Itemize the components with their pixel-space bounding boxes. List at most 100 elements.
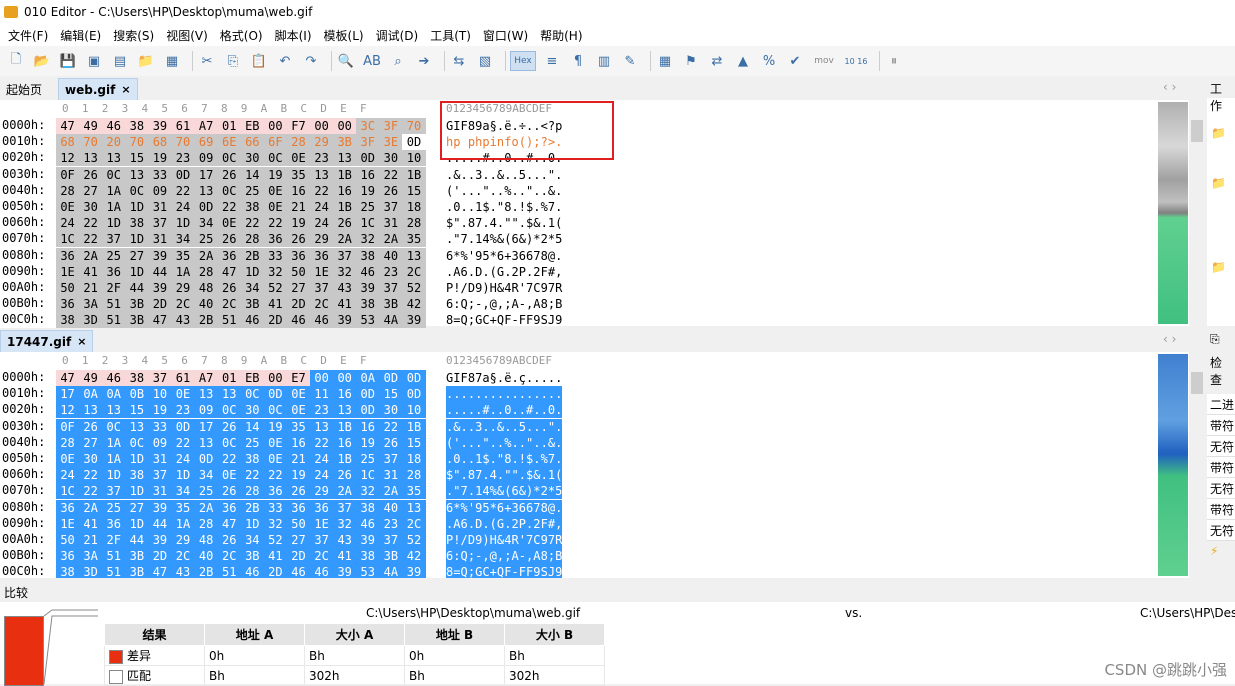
hex-byte[interactable]: 46 — [102, 370, 126, 386]
hex-byte[interactable]: 0E — [217, 215, 241, 232]
hex-byte[interactable]: 36 — [217, 247, 241, 264]
hex-byte[interactable]: 28 — [402, 215, 426, 232]
hex-byte[interactable]: 69 — [194, 134, 218, 151]
ascii-text[interactable]: .0..1$."8.!$.%7. — [446, 451, 563, 467]
hex-byte[interactable]: 38 — [240, 199, 264, 215]
hex-byte[interactable]: 0D — [194, 451, 218, 467]
hex-bytes[interactable]: 12 13 13 15 19 23 09 0C 30 0C 0E 23 13 0D 30 10 — [56, 402, 426, 419]
hex-byte[interactable]: 22 — [171, 434, 195, 451]
hex-byte[interactable]: 50 — [286, 263, 311, 280]
hex-byte[interactable]: 2C — [171, 296, 195, 313]
hex-byte[interactable]: 0E — [286, 386, 311, 403]
hex-byte[interactable]: 2C — [402, 515, 426, 532]
hex-byte[interactable]: 2B — [240, 499, 264, 516]
hex-byte[interactable]: 1D — [171, 215, 195, 232]
hex-byte[interactable]: 21 — [286, 199, 311, 215]
hex-byte[interactable]: 0C — [102, 418, 126, 435]
hex-byte[interactable]: 15 — [125, 150, 149, 167]
hex-byte[interactable]: 27 — [79, 434, 103, 451]
ascii-text[interactable]: P!/D9)H&4R'7C97R — [446, 532, 563, 548]
hex-byte[interactable]: 2B — [194, 312, 218, 329]
hex-byte[interactable]: 23 — [310, 150, 334, 167]
hex-byte[interactable]: 36 — [56, 296, 80, 313]
hex-byte[interactable]: 4A — [379, 312, 403, 329]
hex-byte[interactable]: 13 — [217, 386, 241, 403]
find-in-files-icon[interactable]: ⌕ — [388, 51, 408, 71]
hex-byte[interactable]: 41 — [79, 263, 103, 280]
hex-byte[interactable]: 13 — [310, 166, 334, 183]
hex-byte[interactable]: 30 — [240, 150, 264, 167]
hex-byte[interactable]: 48 — [194, 532, 218, 548]
hex-row[interactable]: 0050h: 0E 30 1A 1D 31 24 0D 22 38 0E 21 24 1B 25 37 18.0… — [0, 451, 563, 467]
hex-byte[interactable]: 13 — [194, 182, 218, 199]
hex-byte[interactable]: 0E — [263, 199, 287, 215]
hex-row[interactable]: 0070h: 1C 22 37 1D 31 34 25 26 28 36 26 29 2A 32 2A 35 ."… — [0, 483, 563, 500]
hex-byte[interactable]: 0E — [263, 451, 287, 467]
hex-byte[interactable]: 3F — [379, 118, 403, 134]
hex-byte[interactable]: 3B — [240, 548, 264, 565]
hex-byte[interactable]: 44 — [148, 263, 172, 280]
hex-byte[interactable]: 22 — [263, 467, 287, 484]
hex-byte[interactable]: 1E — [310, 515, 334, 532]
hex-byte[interactable]: 0E — [286, 402, 311, 419]
hex-byte[interactable]: 2C — [217, 548, 241, 565]
scrollbar-top[interactable] — [1189, 100, 1205, 326]
compare-icon[interactable]: ⇆ — [449, 51, 469, 71]
hex-byte[interactable]: 13 — [333, 150, 357, 167]
hex-byte[interactable]: 10 — [402, 402, 426, 419]
hex-bytes[interactable]: 36 2A 25 27 39 35 2A 36 2B 33 36 36 37 38 40 13 — [56, 247, 426, 264]
hex-byte[interactable]: 39 — [356, 532, 380, 548]
hex-byte[interactable]: 1C — [56, 231, 80, 248]
hex-byte[interactable]: 2D — [286, 548, 311, 565]
hex-byte[interactable]: 40 — [194, 548, 218, 565]
swap-icon[interactable]: ⇄ — [707, 51, 727, 71]
hex-byte[interactable]: 49 — [79, 370, 103, 386]
hex-byte[interactable]: 52 — [263, 280, 287, 296]
hex-byte[interactable]: 39 — [148, 118, 172, 134]
hex-byte[interactable]: 15 — [379, 386, 403, 403]
col-size-a[interactable]: 大小 A — [304, 623, 405, 646]
hex-byte[interactable]: 0F — [56, 166, 80, 183]
hex-row[interactable]: 0080h: 36 2A 25 27 39 35 2A 36 2B 33 36 36 37 38 40 13 6*… — [0, 247, 562, 264]
hex-byte[interactable]: 3B — [125, 548, 149, 565]
hex-byte[interactable]: E7 — [286, 370, 311, 386]
hex-byte[interactable]: 22 — [310, 434, 334, 451]
hex-byte[interactable]: 23 — [379, 515, 403, 532]
hex-bytes[interactable]: 1E 41 36 1D 44 1A 28 47 1D 32 50 1E 32 46 23 2C — [56, 515, 426, 532]
hex-byte[interactable]: 1D — [125, 199, 149, 215]
hex-byte[interactable]: 43 — [333, 280, 357, 296]
hex-byte[interactable]: 37 — [148, 467, 172, 484]
hex-byte[interactable]: 0E — [286, 150, 311, 167]
hex-byte[interactable]: 36 — [286, 499, 311, 516]
ascii-text[interactable]: ."7.14%&(6&)*2*5 — [446, 483, 563, 500]
hex-byte[interactable]: 28 — [56, 434, 80, 451]
undo-icon[interactable]: ↶ — [275, 51, 295, 71]
hex-byte[interactable]: 22 — [79, 467, 103, 484]
hex-byte[interactable]: 33 — [148, 166, 172, 183]
hex-byte[interactable]: 1D — [102, 467, 126, 484]
hex-byte[interactable]: 51 — [102, 312, 126, 329]
hex-byte[interactable]: 23 — [171, 402, 195, 419]
hex-byte[interactable]: 0D — [402, 386, 426, 403]
hex-byte[interactable]: 36 — [263, 483, 287, 500]
hex-byte[interactable]: 13 — [194, 434, 218, 451]
paste-icon[interactable]: 📋 — [249, 51, 269, 71]
hex-byte[interactable]: 2D — [263, 312, 287, 329]
bookmark-icon[interactable]: ⚑ — [681, 51, 701, 71]
hex-byte[interactable]: 24 — [310, 451, 334, 467]
hex-byte[interactable]: 22 — [379, 166, 403, 183]
hex-byte[interactable]: 1A — [102, 199, 126, 215]
hex-byte[interactable]: 47 — [148, 312, 172, 329]
hex-byte[interactable]: 51 — [102, 548, 126, 565]
hex-byte[interactable]: 32 — [263, 263, 287, 280]
hex-byte[interactable]: 26 — [79, 166, 103, 183]
checksum-icon[interactable]: ✔ — [785, 51, 805, 71]
hex-byte[interactable]: 51 — [102, 296, 126, 313]
hex-byte[interactable]: 42 — [402, 296, 426, 313]
hex-byte[interactable]: 17 — [194, 418, 218, 435]
ascii-text[interactable]: .....#..0..#..0. — [446, 402, 563, 419]
find-icon[interactable]: 🔍 — [336, 51, 356, 71]
hex-byte[interactable]: 53 — [356, 312, 380, 329]
hex-byte[interactable]: 19 — [286, 467, 311, 484]
hex-byte[interactable]: 26 — [217, 231, 241, 248]
